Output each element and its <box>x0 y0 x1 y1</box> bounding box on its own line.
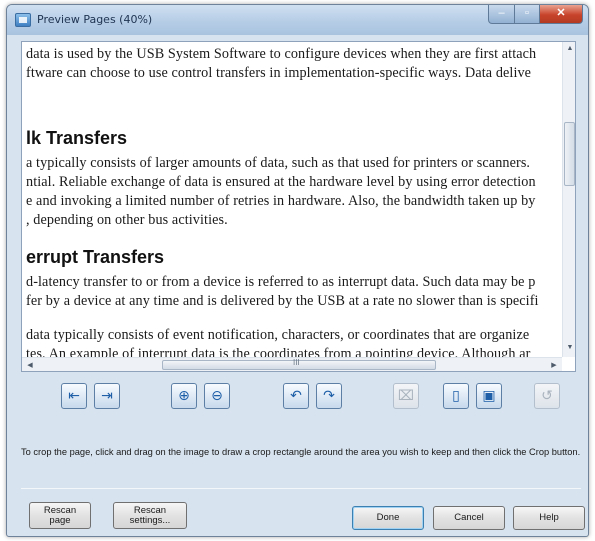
page-icon: ▯ <box>452 388 460 404</box>
horizontal-scrollbar[interactable]: ◀ III ▶ <box>22 357 562 371</box>
preview-pages-window: Preview Pages (40%) – ▫ ✕ data is used b… <box>6 4 589 537</box>
undo-icon: ↺ <box>541 388 553 404</box>
zoom-out-icon: ⊖ <box>211 388 223 404</box>
doc-line: , depending on other bus activities. <box>26 212 228 228</box>
rotate-right-button[interactable]: ⇥ <box>94 383 120 409</box>
scroll-up-arrow-icon[interactable]: ▲ <box>564 45 575 52</box>
doc-line: fer by a device at any time and is deliv… <box>26 293 539 309</box>
doc-line: d-latency transfer to or from a device i… <box>26 274 536 290</box>
doc-line: e and invoking a limited number of retri… <box>26 193 536 209</box>
page-preview[interactable]: data is used by the USB System Software … <box>21 41 576 372</box>
undo-button[interactable]: ↺ <box>534 383 560 409</box>
help-button[interactable]: Help <box>513 506 585 530</box>
zoom-out-button[interactable]: ⊖ <box>204 383 230 409</box>
page-settings-icon: ▣ <box>482 388 496 404</box>
scroll-grip-icon: III <box>293 358 300 367</box>
doc-heading: errupt Transfers <box>26 247 165 267</box>
doc-line: tes. An example of interrupt data is the… <box>26 346 531 357</box>
minimize-button[interactable]: – <box>488 5 515 24</box>
rotate-clockwise-icon: ↷ <box>323 388 335 404</box>
doc-heading: lk Transfers <box>26 128 128 148</box>
rotate-counterclockwise-button[interactable]: ↶ <box>283 383 309 409</box>
crop-icon: ⌧ <box>397 388 415 404</box>
rescan-page-button[interactable]: Rescan page <box>29 502 91 529</box>
close-button[interactable]: ✕ <box>539 5 583 24</box>
scroll-left-arrow-icon[interactable]: ◀ <box>24 361 36 369</box>
app-icon <box>15 13 31 27</box>
rotate-clockwise-button[interactable]: ↷ <box>316 383 342 409</box>
page-settings-button[interactable]: ▣ <box>476 383 502 409</box>
image-toolbar: ⇤ ⇥ ⊕ ⊖ ↶ ↷ ⌧ ▯ ▣ ↺ <box>21 377 576 413</box>
cancel-button[interactable]: Cancel <box>433 506 505 530</box>
done-button[interactable]: Done <box>352 506 424 530</box>
vertical-scroll-thumb[interactable] <box>564 122 575 186</box>
page-button[interactable]: ▯ <box>443 383 469 409</box>
doc-line: a typically consists of larger amounts o… <box>26 155 531 171</box>
scroll-down-arrow-icon[interactable]: ▼ <box>564 344 575 351</box>
doc-line: data typically consists of event notific… <box>26 327 530 343</box>
vertical-scrollbar[interactable]: ▲ ▼ <box>562 42 575 357</box>
zoom-in-icon: ⊕ <box>178 388 190 404</box>
maximize-button[interactable]: ▫ <box>514 5 540 24</box>
rescan-settings-button[interactable]: Rescan settings... <box>113 502 187 529</box>
page-image[interactable]: data is used by the USB System Software … <box>22 42 562 357</box>
rotate-left-icon: ⇤ <box>68 388 80 404</box>
divider <box>21 488 581 489</box>
crop-button[interactable]: ⌧ <box>393 383 419 409</box>
horizontal-scroll-thumb[interactable]: III <box>162 358 436 370</box>
title-bar[interactable]: Preview Pages (40%) – ▫ ✕ <box>7 5 588 35</box>
scroll-right-arrow-icon[interactable]: ▶ <box>548 361 560 369</box>
doc-line: ntial. Reliable exchange of data is ensu… <box>26 174 536 190</box>
window-title: Preview Pages (40%) <box>37 13 153 26</box>
zoom-in-button[interactable]: ⊕ <box>171 383 197 409</box>
crop-instructions: To crop the page, click and drag on the … <box>21 447 581 457</box>
rotate-counterclockwise-icon: ↶ <box>290 388 302 404</box>
doc-line: ftware can choose to use control transfe… <box>26 65 532 81</box>
rotate-right-icon: ⇥ <box>101 388 113 404</box>
doc-line: data is used by the USB System Software … <box>26 46 537 62</box>
rotate-left-button[interactable]: ⇤ <box>61 383 87 409</box>
